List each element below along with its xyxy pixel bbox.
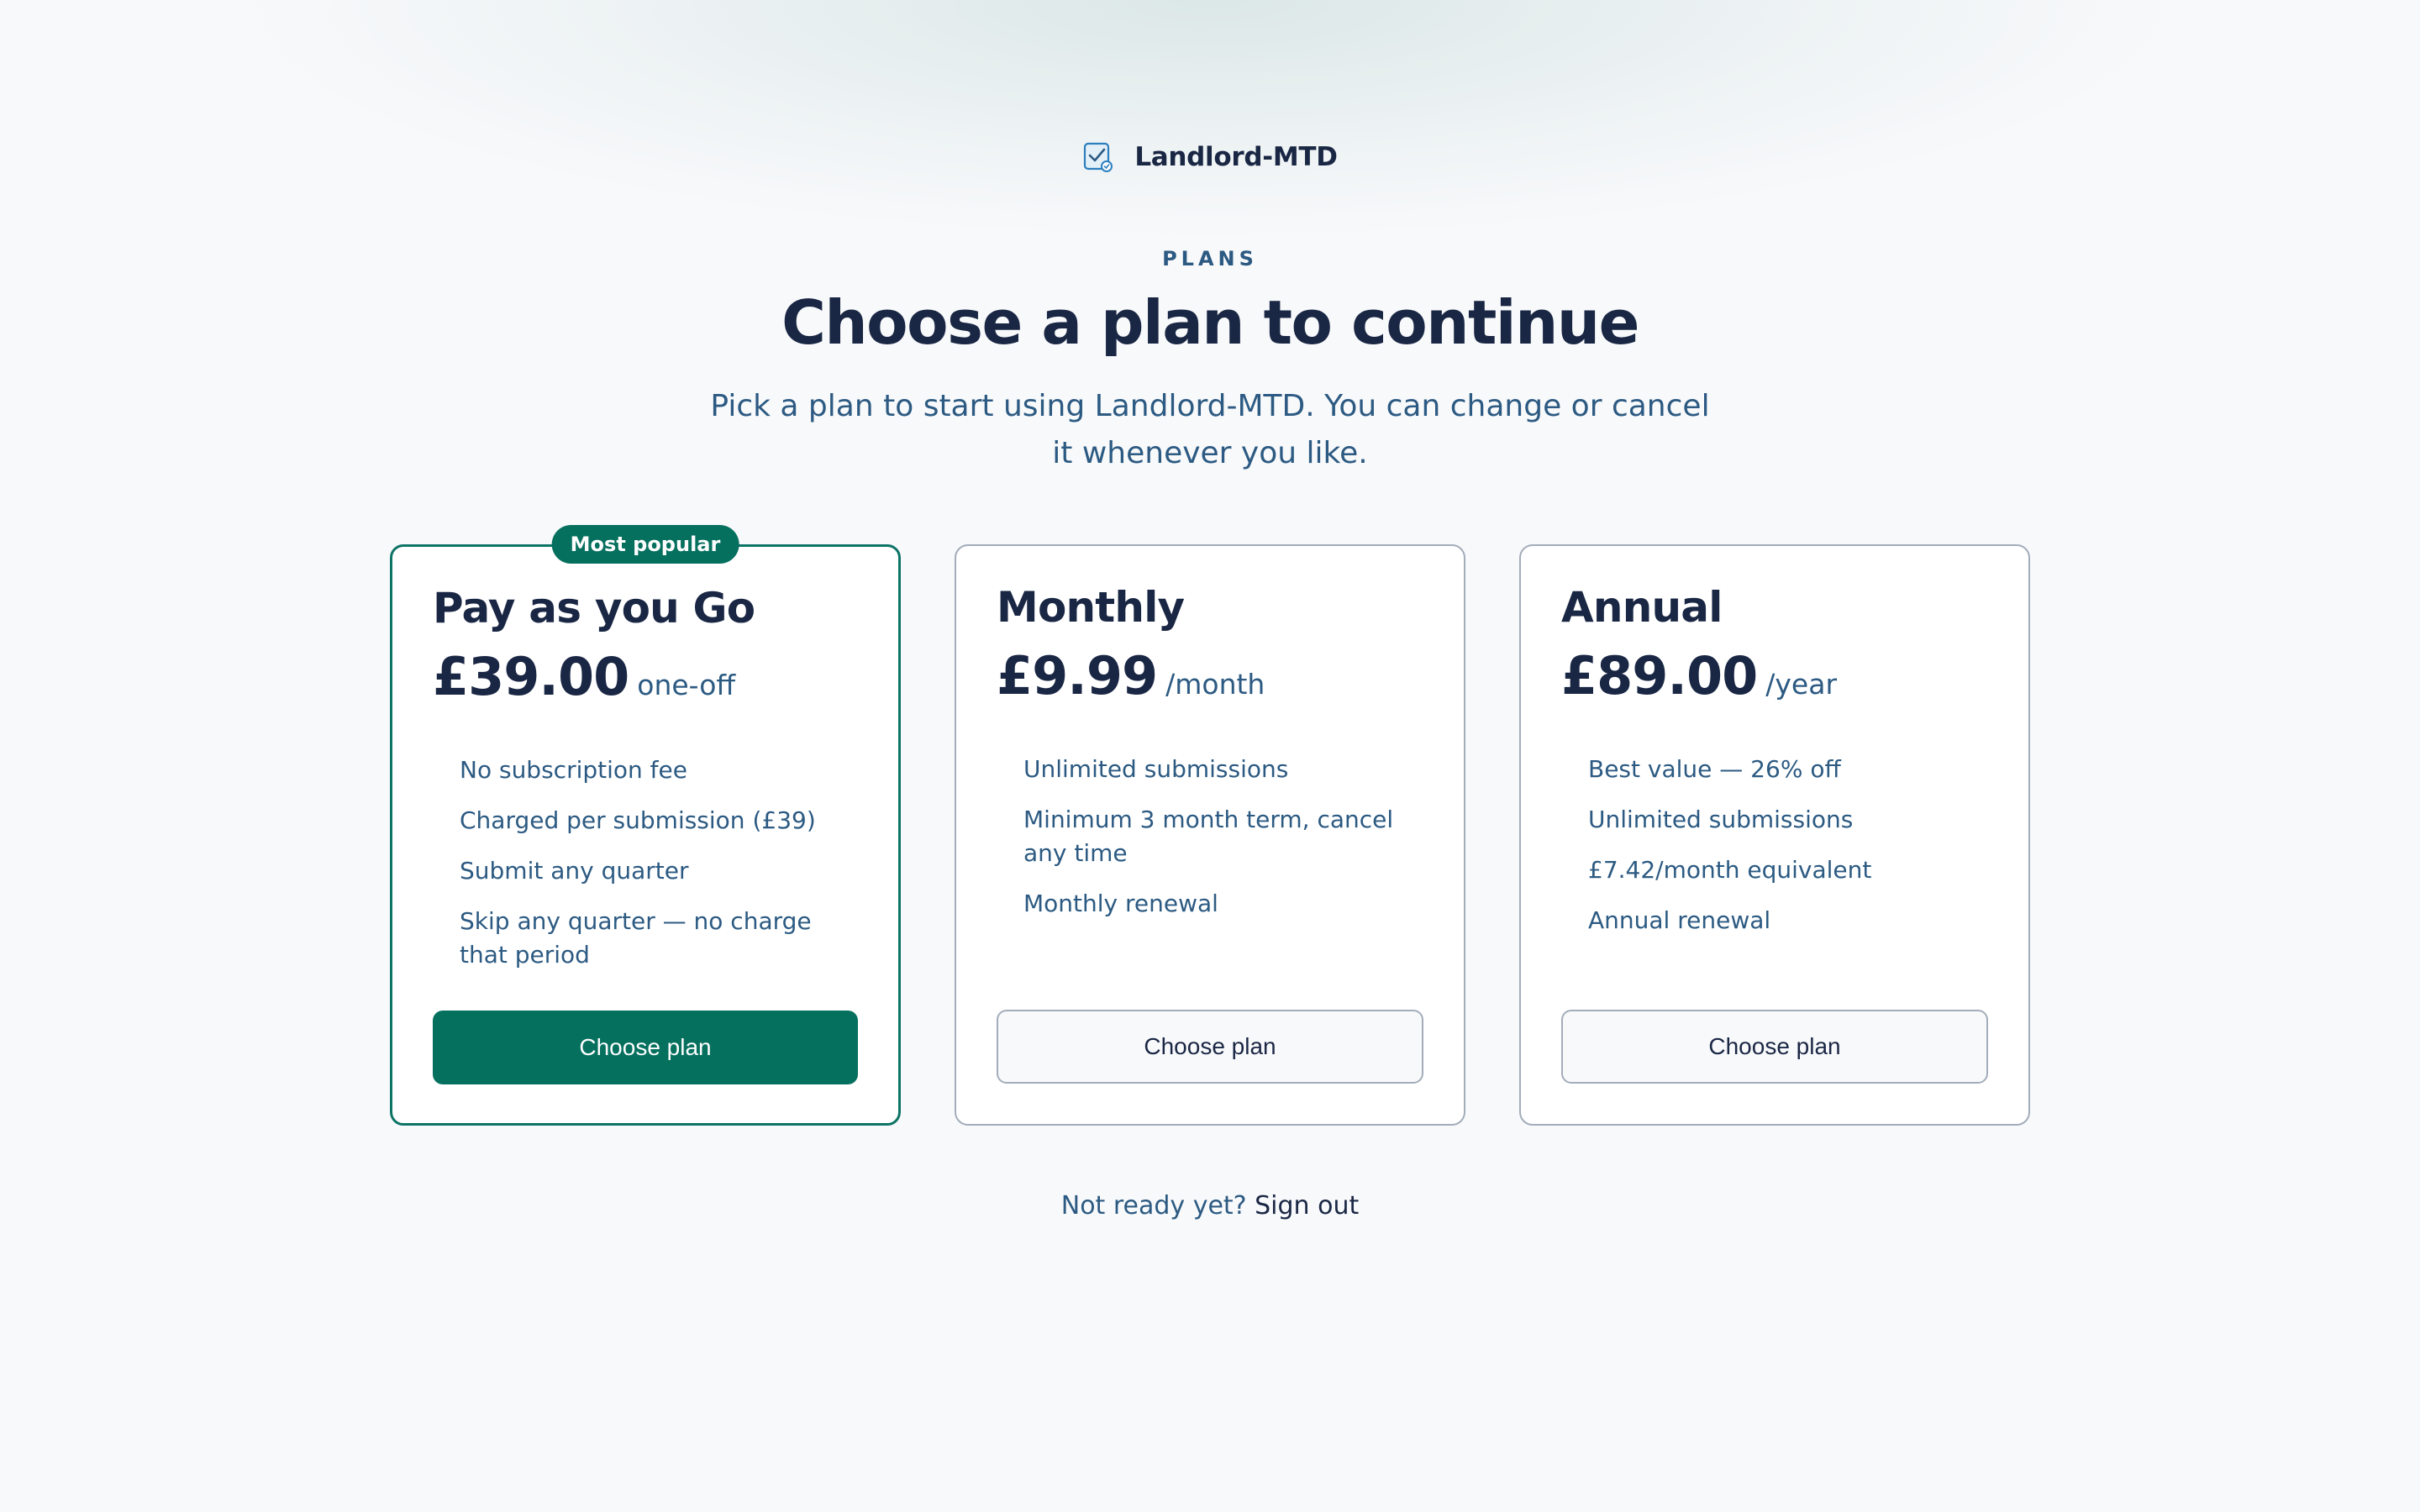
feature-list: No subscription fee Charged per submissi… [460, 753, 858, 989]
section-eyebrow: PLANS [1162, 247, 1258, 270]
most-popular-badge: Most popular [551, 525, 739, 564]
price-row: £89.00 /year [1561, 645, 1837, 706]
feature-item: Monthly renewal [1023, 890, 1218, 917]
plan-period: /month [1165, 668, 1265, 701]
feature-item: Minimum 3 month term, cancel any time [1023, 806, 1394, 867]
brand-name: Landlord-MTD [1134, 142, 1338, 172]
plan-card-monthly: Monthly £9.99 /month Unlimited submissio… [955, 544, 1465, 1126]
choose-plan-button-monthly[interactable]: Choose plan [997, 1010, 1423, 1084]
feature-item: Unlimited submissions [1588, 806, 1854, 833]
price-row: £9.99 /month [997, 645, 1265, 706]
plan-card-pay-as-you-go: Most popular Pay as you Go £39.00 one-of… [390, 525, 901, 1126]
footer-prompt: Not ready yet? [1060, 1191, 1247, 1221]
price-row: £39.00 one-off [433, 646, 735, 707]
plan-price: £39.00 [433, 646, 629, 707]
choose-plan-button-pay-as-you-go[interactable]: Choose plan [433, 1011, 858, 1084]
feature-item: Charged per submission (£39) [460, 806, 816, 834]
feature-list: Best value — 26% off Unlimited submissio… [1588, 753, 1988, 954]
plan-price: £89.00 [1561, 645, 1758, 706]
plan-card-annual: Annual £89.00 /year Best value — 26% off… [1519, 544, 2030, 1126]
background-glow [252, 0, 2168, 235]
feature-item: Annual renewal [1588, 906, 1771, 934]
feature-item: £7.42/month equivalent [1588, 856, 1872, 884]
feature-list: Unlimited submissions Minimum 3 month te… [1023, 753, 1423, 937]
plans-page: Landlord-MTD PLANS Choose a plan to cont… [0, 0, 2420, 1512]
plan-period: one-off [637, 669, 736, 701]
page-title: Choose a plan to continue [781, 287, 1639, 358]
plan-name: Annual [1561, 583, 1723, 632]
feature-item: Skip any quarter — no charge that period [460, 907, 812, 969]
plan-name: Monthly [997, 583, 1185, 632]
feature-item: Submit any quarter [460, 857, 689, 885]
feature-item: No subscription fee [460, 756, 687, 784]
footer: Not ready yet? Sign out [0, 1191, 2420, 1221]
checklist-icon [1084, 142, 1113, 172]
page-subtitle: Pick a plan to start using Landlord-MTD.… [710, 389, 1710, 470]
plan-period: /year [1765, 668, 1838, 701]
feature-item: Best value — 26% off [1588, 755, 1841, 783]
plan-price: £9.99 [997, 645, 1158, 706]
brand-header: Landlord-MTD [0, 136, 2420, 178]
feature-item: Unlimited submissions [1023, 755, 1289, 783]
plan-name: Pay as you Go [433, 584, 755, 633]
sign-out-link[interactable]: Sign out [1255, 1191, 1359, 1221]
choose-plan-button-annual[interactable]: Choose plan [1561, 1010, 1988, 1084]
